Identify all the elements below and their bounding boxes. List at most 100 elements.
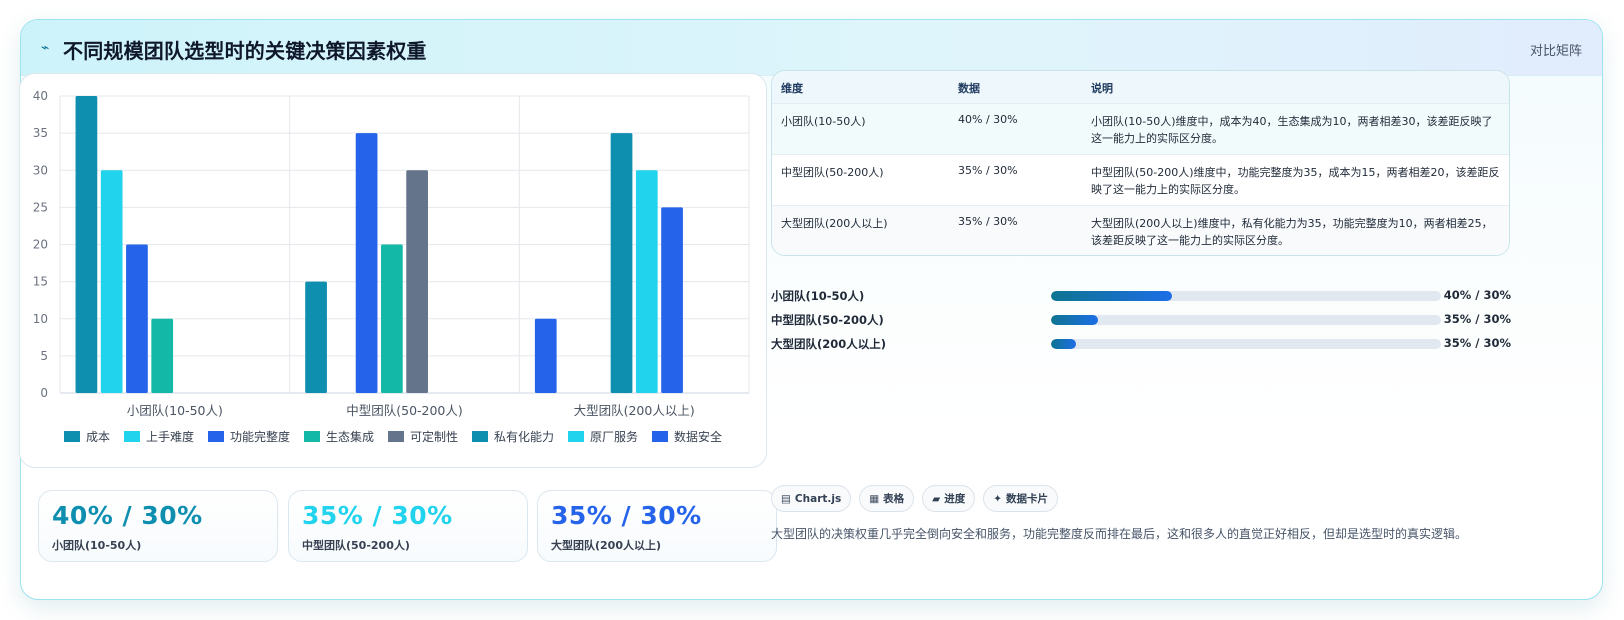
comparison-table: 维度 数据 说明 小团队(10-50人) 40% / 30% 小团队(10-50…: [771, 70, 1510, 256]
progress-row-medium: 中型团队(50-200人) 35% / 30%: [771, 311, 1511, 329]
progress-label: 大型团队(200人以上): [771, 337, 887, 351]
legend-item[interactable]: 数据安全: [652, 428, 722, 445]
card-title: 不同规模团队选型时的关键决策因素权重: [63, 39, 427, 63]
progress-row-small: 小团队(10-50人) 40% / 30%: [771, 287, 1511, 305]
legend-label: 生态集成: [325, 430, 374, 444]
cell-data: 35% / 30%: [958, 215, 1018, 228]
progress-value: 40% / 30%: [1443, 288, 1511, 302]
stat-label: 大型团队(200人以上): [551, 539, 662, 552]
stat-card-large: 35% / 30% 大型团队(200人以上): [537, 490, 777, 562]
legend-swatch: [63, 431, 80, 442]
legend-item[interactable]: 原厂服务: [568, 428, 638, 445]
progress-value: 35% / 30%: [1443, 336, 1511, 350]
legend-item[interactable]: 成本: [63, 428, 110, 445]
x-tick-label: 中型团队(50-200人): [346, 403, 463, 418]
cell-description: 大型团队(200人以上)维度中，私有化能力为35，功能完整度为10，两者相差25…: [1091, 217, 1493, 247]
stat-label: 小团队(10-50人): [52, 539, 142, 552]
chip-data-card[interactable]: ✦ 数据卡片: [983, 485, 1059, 512]
cell-dimension: 中型团队(50-200人): [781, 166, 884, 179]
y-tick-label: 25: [33, 200, 48, 214]
card-header: ⌁ 不同规模团队选型时的关键决策因素权重 对比矩阵: [21, 20, 1602, 76]
chip-label: 进度: [944, 493, 966, 505]
legend-swatch: [123, 431, 140, 442]
progress-icon: ▰: [932, 492, 941, 505]
table-row: 中型团队(50-200人) 35% / 30% 中型团队(50-200人)维度中…: [772, 154, 1509, 205]
chip-table[interactable]: ▦ 表格: [859, 485, 915, 512]
legend-item[interactable]: 私有化能力: [472, 428, 554, 445]
bar: [381, 244, 403, 393]
bar: [75, 96, 98, 393]
chip-progress[interactable]: ▰ 进度: [922, 485, 976, 512]
progress-track: [1051, 315, 1441, 325]
progress-label: 中型团队(50-200人): [771, 313, 884, 327]
legend-swatch: [388, 431, 404, 442]
bar: [305, 281, 327, 393]
legend-swatch: [472, 431, 489, 442]
bar-chart-panel: 0 5 10 15 20 25 30 35 40 小团队(10-50人) 中型团队(50-200人)…: [19, 73, 767, 468]
x-tick-label: 小团队(10-50人): [127, 403, 223, 418]
x-tick-label: 大型团队(200人以上): [574, 403, 695, 418]
bar-chart: 0 5 10 15 20 25 30 35 40 小团队(10-50人) 中型团队(50-200人)…: [33, 89, 750, 418]
bar: [635, 170, 658, 393]
stat-value: 35% / 30%: [551, 501, 702, 530]
chart-legend: 成本 上手难度 功能完整度 生态集成 可定制性 私有化能力 原厂服务 数据安全: [20, 428, 766, 445]
y-tick-label: 15: [33, 275, 48, 289]
legend-label: 功能完整度: [229, 430, 290, 444]
table-header: 维度 数据 说明: [772, 71, 1509, 103]
table-row: 大型团队(200人以上) 35% / 30% 大型团队(200人以上)维度中，私…: [772, 205, 1509, 255]
legend-label: 原厂服务: [590, 430, 639, 444]
progress-track: [1051, 339, 1441, 349]
progress-fill: [1051, 291, 1172, 301]
bar: [406, 170, 428, 393]
y-tick-label: 30: [33, 163, 48, 177]
header-description: 说明: [1091, 82, 1113, 95]
progress-fill: [1051, 339, 1077, 349]
table-row: 小团队(10-50人) 40% / 30% 小团队(10-50人)维度中，成本为…: [772, 103, 1509, 154]
feature-chips: ▤ Chart.js ▦ 表格 ▰ 进度 ✦ 数据卡片: [771, 485, 1059, 512]
cell-dimension: 小团队(10-50人): [781, 115, 866, 128]
insight-note: 大型团队的决策权重几乎完全倒向安全和服务，功能完整度反而排在最后，这和很多人的直…: [771, 527, 1468, 541]
table-icon: ▦: [869, 492, 880, 505]
header-dimension: 维度: [781, 82, 803, 95]
stat-card-medium: 35% / 30% 中型团队(50-200人): [288, 490, 528, 562]
chip-label: 表格: [883, 493, 905, 505]
chip-label: Chart.js: [794, 492, 842, 505]
legend-swatch: [207, 431, 224, 442]
stat-value: 35% / 30%: [302, 501, 453, 530]
legend-item[interactable]: 可定制性: [388, 428, 458, 445]
cell-description: 中型团队(50-200人)维度中，功能完整度为35，成本为15，两者相差20，该…: [1091, 166, 1500, 196]
bar: [126, 244, 148, 393]
bar: [151, 318, 174, 393]
legend-item[interactable]: 生态集成: [303, 428, 374, 445]
cell-data: 40% / 30%: [958, 113, 1018, 126]
stat-card-small: 40% / 30% 小团队(10-50人): [38, 490, 278, 562]
legend-swatch: [652, 431, 669, 442]
chart-icon: ▤: [781, 492, 791, 505]
progress-value: 35% / 30%: [1443, 312, 1511, 326]
y-tick-label: 40: [33, 89, 48, 103]
stat-label: 中型团队(50-200人): [302, 539, 410, 552]
chip-label: 数据卡片: [1006, 493, 1049, 505]
cell-dimension: 大型团队(200人以上): [781, 217, 888, 230]
bolt-icon: ⌁: [41, 40, 50, 56]
legend-label: 数据安全: [674, 430, 723, 444]
legend-label: 成本: [85, 430, 110, 444]
progress-row-large: 大型团队(200人以上) 35% / 30%: [771, 335, 1511, 353]
y-tick-label: 20: [33, 238, 48, 252]
bar: [100, 170, 123, 393]
y-tick-label: 10: [33, 312, 48, 326]
legend-item[interactable]: 上手难度: [123, 428, 194, 445]
stat-value: 40% / 30%: [52, 501, 203, 530]
matrix-tag: 对比矩阵: [1529, 44, 1582, 59]
cell-data: 35% / 30%: [958, 164, 1018, 177]
legend-swatch: [568, 431, 585, 442]
bar: [610, 133, 633, 393]
sparkle-icon: ✦: [993, 492, 1003, 505]
y-tick-label: 0: [40, 386, 48, 400]
legend-item[interactable]: 功能完整度: [207, 428, 290, 445]
progress-track: [1051, 291, 1441, 301]
chip-chartjs[interactable]: ▤ Chart.js: [771, 485, 852, 512]
y-tick-label: 5: [40, 349, 48, 363]
header-data: 数据: [958, 82, 980, 95]
progress-label: 小团队(10-50人): [771, 289, 865, 303]
